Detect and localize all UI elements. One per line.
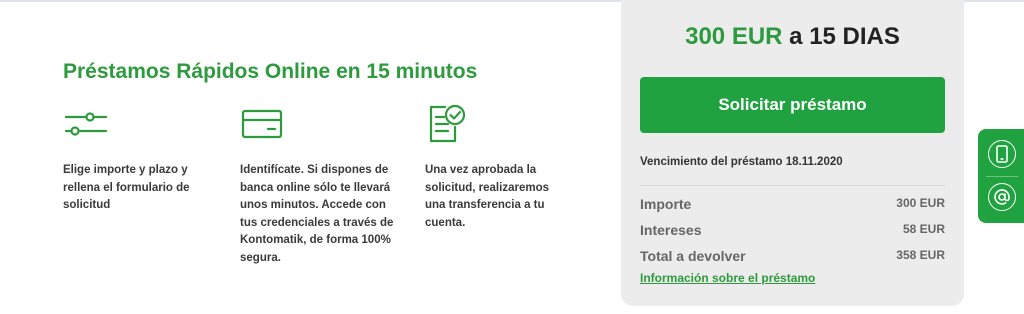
summary-row-amount: Importe 300 EUR: [640, 196, 945, 212]
loan-calculator-panel: 300 EUR a 15 DIAS Solicitar préstamo Ven…: [621, 0, 964, 306]
row-value: 58 EUR: [902, 222, 945, 236]
row-value: 300 EUR: [896, 196, 945, 210]
contact-side-tab: [978, 129, 1024, 223]
step-3-text: Una vez aprobada la solicitud, realizare…: [425, 164, 549, 229]
side-tab-divider: [986, 176, 1018, 177]
row-value: 358 EUR: [896, 248, 945, 262]
credit-card-icon: [241, 109, 283, 144]
phone-icon[interactable]: [988, 140, 1016, 168]
row-label: Intereses: [640, 222, 702, 238]
sliders-icon: [64, 110, 108, 143]
request-loan-button[interactable]: Solicitar préstamo: [640, 77, 945, 133]
loan-info-link[interactable]: Información sobre el préstamo: [640, 271, 815, 285]
step-1-text: Elige importe y plazo y rellena el formu…: [63, 164, 190, 211]
summary-row-interest: Intereses 58 EUR: [640, 222, 945, 238]
step-2-text: Identifícate. Si dispones de banca onlin…: [240, 164, 394, 264]
offer-amount: 300 EUR: [685, 23, 783, 50]
page-title: Préstamos Rápidos Online en 15 minutos: [63, 60, 478, 83]
divider: [640, 185, 945, 186]
row-label: Importe: [640, 196, 692, 212]
offer-term: a 15 DIAS: [789, 23, 900, 50]
due-date: Vencimiento del préstamo 18.11.2020: [640, 156, 843, 168]
document-check-icon: [427, 103, 469, 148]
row-label: Total a devolver: [640, 248, 746, 264]
at-sign-icon[interactable]: [988, 183, 1016, 211]
summary-row-total: Total a devolver 358 EUR: [640, 248, 945, 264]
offer-summary: 300 EUR a 15 DIAS: [621, 23, 964, 51]
